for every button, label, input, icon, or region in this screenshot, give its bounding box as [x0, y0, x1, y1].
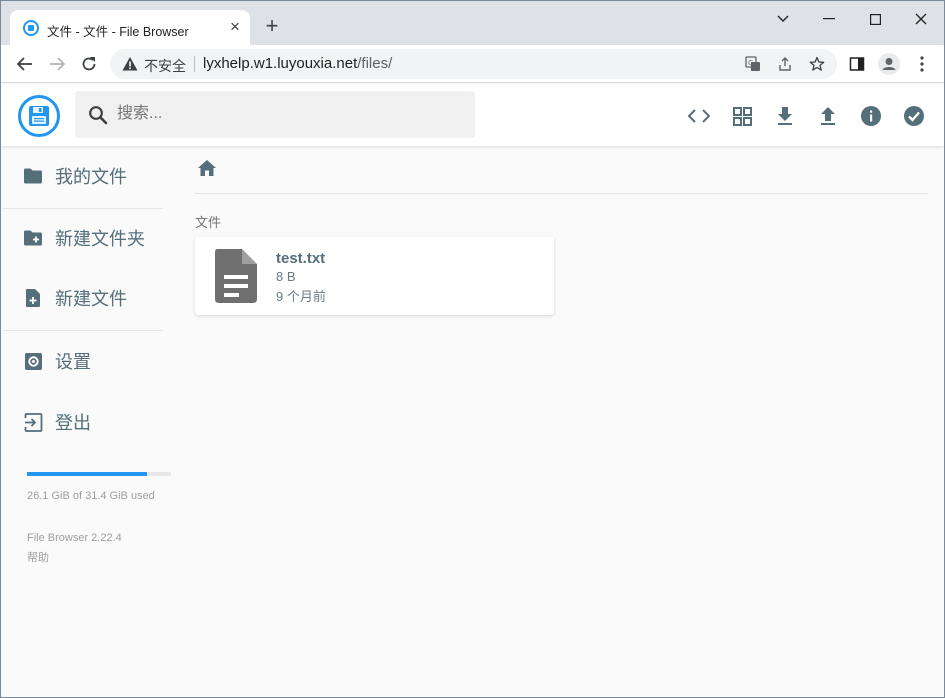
translate-icon[interactable]: G — [744, 55, 762, 73]
section-title-files: 文件 — [195, 215, 222, 230]
sidebar: 我的文件 新建文件夹 新建文件 设置 登出 26.1 GiB of 31.4 G… — [1, 146, 171, 697]
sidebar-item-label: 我的文件 — [55, 167, 127, 187]
browser-window: 文件 - 文件 - File Browser × + 不安全 lyxhelp.w… — [0, 0, 945, 698]
version-text: File Browser 2.22.4 — [27, 532, 122, 544]
url-path: /files/ — [357, 55, 393, 72]
settings-icon — [23, 351, 43, 371]
url-text[interactable]: lyxhelp.w1.luyouxia.net/files/ — [203, 55, 392, 72]
svg-text:G: G — [748, 59, 753, 67]
url-host: lyxhelp.w1.luyouxia.net — [203, 55, 358, 72]
storage-usage-fill — [27, 472, 147, 476]
sidebar-item-settings[interactable]: 设置 — [1, 341, 163, 381]
browser-menu-icon[interactable] — [911, 53, 933, 75]
profile-avatar-icon[interactable] — [878, 53, 900, 75]
new-folder-icon — [23, 228, 43, 248]
file-size: 8 B — [276, 269, 296, 284]
new-file-icon — [23, 288, 43, 308]
forward-icon[interactable] — [46, 53, 68, 75]
close-window-icon[interactable] — [906, 7, 936, 31]
tab-search-icon[interactable] — [768, 7, 798, 31]
text-file-icon — [213, 249, 259, 303]
logout-icon — [23, 412, 43, 432]
bookmark-star-icon[interactable] — [808, 55, 826, 73]
sidebar-item-my-files[interactable]: 我的文件 — [1, 156, 163, 196]
security-label[interactable]: 不安全 — [144, 56, 186, 76]
browser-toolbar: 不安全 lyxhelp.w1.luyouxia.net/files/ G — [1, 45, 944, 83]
file-browser-logo[interactable] — [18, 95, 60, 137]
breadcrumb-divider — [195, 193, 928, 194]
close-tab-icon[interactable]: × — [226, 18, 244, 36]
search-box[interactable] — [75, 91, 475, 138]
check-circle-icon[interactable] — [902, 104, 926, 128]
warning-icon[interactable] — [122, 56, 138, 72]
help-link[interactable]: 帮助 — [27, 549, 49, 565]
tab-title: 文件 - 文件 - File Browser — [47, 25, 189, 39]
app-header — [1, 84, 944, 146]
sidebar-item-new-folder[interactable]: 新建文件夹 — [1, 218, 163, 258]
upload-icon[interactable] — [816, 104, 840, 128]
reload-icon[interactable] — [78, 53, 100, 75]
share-icon[interactable] — [776, 55, 794, 73]
sidebar-item-label: 设置 — [55, 352, 91, 372]
grid-view-icon[interactable] — [730, 104, 754, 128]
address-bar[interactable]: 不安全 lyxhelp.w1.luyouxia.net/files/ G — [110, 49, 837, 79]
storage-usage-text: 26.1 GiB of 31.4 GiB used — [27, 490, 155, 502]
sidebar-item-label: 新建文件夹 — [55, 229, 145, 249]
file-modified: 9 个月前 — [276, 289, 326, 304]
back-icon[interactable] — [14, 53, 36, 75]
browser-titlebar: 文件 - 文件 - File Browser × + — [1, 1, 944, 45]
sidebar-divider — [3, 330, 163, 331]
sidebar-item-logout[interactable]: 登出 — [1, 402, 163, 442]
folder-icon — [23, 166, 43, 186]
minimize-icon[interactable] — [814, 7, 844, 31]
sidebar-item-label: 新建文件 — [55, 289, 127, 309]
sidebar-item-label: 登出 — [55, 413, 91, 433]
favicon-icon — [23, 20, 39, 36]
search-input[interactable] — [117, 103, 457, 125]
maximize-icon[interactable] — [860, 7, 890, 31]
code-icon[interactable] — [687, 104, 711, 128]
breadcrumb-home-icon[interactable] — [196, 157, 218, 179]
search-icon — [88, 105, 108, 125]
download-icon[interactable] — [773, 104, 797, 128]
sidebar-divider — [3, 208, 163, 209]
sidebar-item-new-file[interactable]: 新建文件 — [1, 278, 163, 318]
info-icon[interactable] — [859, 104, 883, 128]
new-tab-icon[interactable]: + — [261, 15, 283, 37]
file-name: test.txt — [276, 250, 326, 267]
omnibox-separator — [194, 56, 195, 72]
storage-usage-bar — [27, 472, 171, 476]
side-panel-icon[interactable] — [846, 53, 868, 75]
file-item[interactable]: test.txt 8 B 9 个月前 — [195, 237, 554, 315]
browser-tab[interactable]: 文件 - 文件 - File Browser × — [10, 10, 250, 45]
